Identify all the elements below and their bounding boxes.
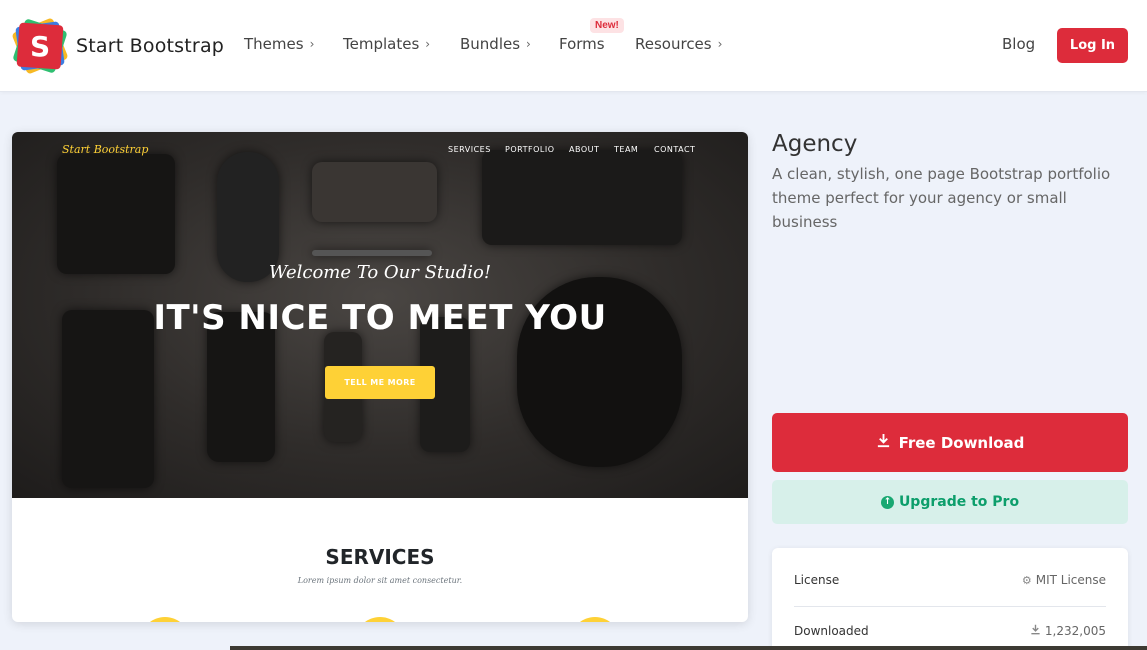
preview-nav-portfolio: PORTFOLIO [505,145,555,154]
top-navbar: S Start Bootstrap Themes › Templates › Bun… [0,0,1147,92]
theme-title: Agency [772,131,858,157]
chevron-right-icon: › [425,37,431,51]
nav-bundles[interactable]: Bundles › [460,35,531,53]
divider [794,606,1106,607]
service-icon-circle [355,617,405,622]
preview-nav-about: ABOUT [569,145,600,154]
license-value: MIT License [1035,573,1106,587]
downloaded-value: 1,232,005 [1044,624,1106,638]
chevron-right-icon: › [717,37,723,51]
arrow-up-circle-icon: ↑ [880,495,894,509]
download-icon [1030,624,1041,638]
preview-nav-team: TEAM [614,145,639,154]
downloaded-label: Downloaded [794,624,869,638]
login-button[interactable]: Log In [1057,28,1128,63]
theme-info-card: License ⚙ MIT License Downloaded 1,232,0… [772,548,1128,650]
chevron-right-icon: › [526,37,531,51]
next-section-preview-strip [230,646,1147,650]
downloaded-row: Downloaded 1,232,005 [794,624,1106,638]
license-row: License ⚙ MIT License [794,573,1106,587]
license-label: License [794,573,840,587]
free-download-button[interactable]: Free Download [772,413,1128,472]
chevron-right-icon: › [309,37,315,51]
service-icon-circle [570,617,620,622]
nav-templates[interactable]: Templates › [343,35,430,53]
brand-link[interactable]: S Start Bootstrap [11,17,225,75]
nav-themes[interactable]: Themes › [244,35,314,53]
preview-cta-button: TELL ME MORE [325,366,435,399]
brand-name: Start Bootstrap [76,35,225,57]
preview-nav-contact: CONTACT [654,145,696,154]
logo-icon: S [11,17,69,75]
preview-services-subtitle: Lorem ipsum dolor sit amet consectetur. [297,576,463,585]
preview-nav-services: SERVICES [448,145,491,154]
upgrade-to-pro-button[interactable]: ↑ Upgrade to Pro [772,480,1128,524]
preview-brand: Start Bootstrap [62,143,149,156]
new-badge: New! [590,18,624,33]
download-icon [876,433,891,452]
nav-forms[interactable]: Forms [559,35,605,53]
preview-subheading: Welcome To Our Studio! [268,262,492,283]
nav-resources[interactable]: Resources › [635,35,722,53]
preview-services-title: SERVICES [325,545,435,569]
preview-hero: Start Bootstrap SERVICES PORTFOLIO ABOUT… [12,132,748,498]
preview-heading: IT'S NICE TO MEET YOU [153,298,607,338]
nav-blog[interactable]: Blog [1002,35,1035,53]
theme-preview[interactable]: Start Bootstrap SERVICES PORTFOLIO ABOUT… [12,132,748,622]
license-icon: ⚙ [1021,573,1032,587]
service-icon-circle [140,617,190,622]
theme-description: A clean, stylish, one page Bootstrap por… [772,165,1111,231]
